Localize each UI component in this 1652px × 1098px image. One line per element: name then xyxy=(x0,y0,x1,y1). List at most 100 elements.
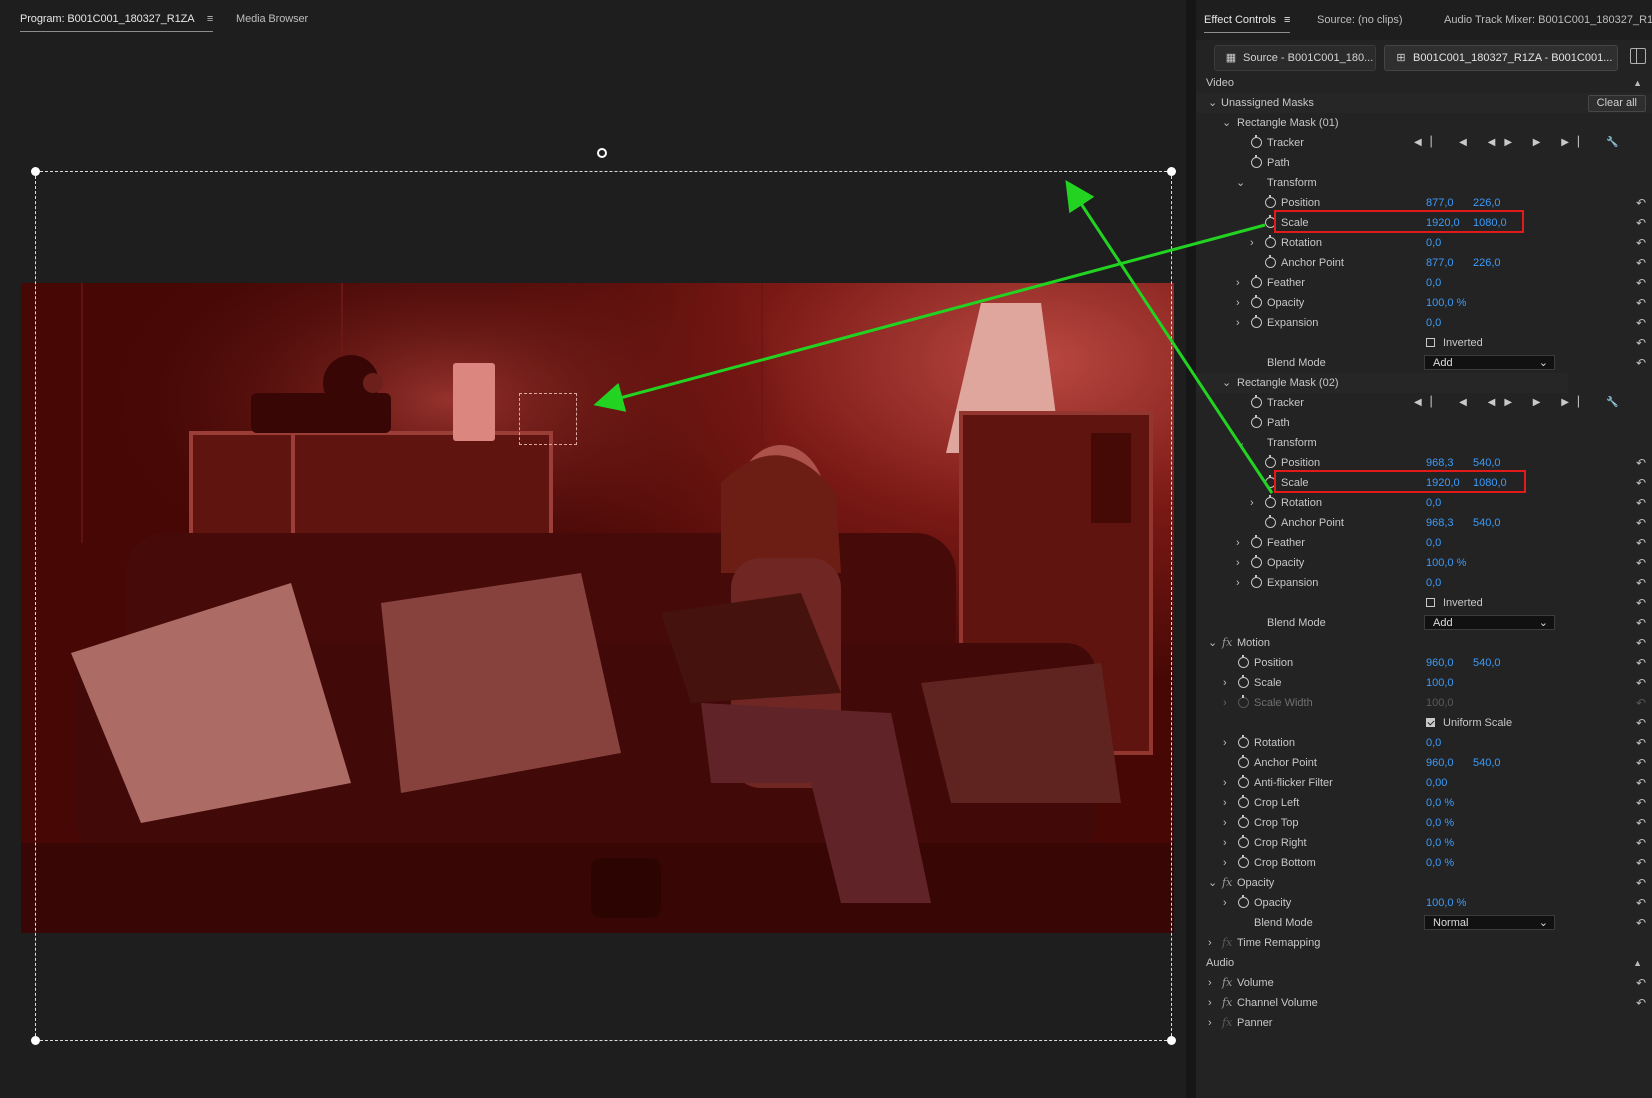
stopwatch-icon[interactable] xyxy=(1265,495,1276,508)
stopwatch-icon[interactable] xyxy=(1251,315,1262,328)
motion-crop-top-row[interactable]: › Crop Top 0,0 % ↶ xyxy=(1196,813,1652,833)
reset-icon[interactable]: ↶ xyxy=(1636,516,1646,530)
motion-crop-right-row[interactable]: › Crop Right 0,0 % ↶ xyxy=(1196,833,1652,853)
rotation-handle[interactable] xyxy=(597,148,607,158)
reset-icon[interactable]: ↶ xyxy=(1636,476,1646,490)
reset-icon[interactable]: ↶ xyxy=(1636,576,1646,590)
motion-antiflicker-row[interactable]: › Anti-flicker Filter 0,00 ↶ xyxy=(1196,773,1652,793)
panel-menu-icon[interactable]: ≡ xyxy=(207,13,213,25)
anchor-x-value[interactable]: 960,0 xyxy=(1426,753,1454,773)
mask-02-rotation-row[interactable]: › Rotation 0,0 ↶ xyxy=(1196,493,1652,513)
timeline-toggle-icon[interactable] xyxy=(1630,48,1646,64)
fx-icon[interactable]: fx xyxy=(1222,993,1232,1013)
stopwatch-icon[interactable] xyxy=(1265,255,1276,268)
collapse-up-icon[interactable]: ▲ xyxy=(1633,73,1642,93)
tab-source[interactable]: Source: (no clips) xyxy=(1317,14,1403,26)
rectangle-mask-02-row[interactable]: ⌄ Rectangle Mask (02) xyxy=(1196,373,1568,393)
reset-icon[interactable]: ↶ xyxy=(1636,916,1646,930)
stopwatch-icon[interactable] xyxy=(1238,855,1249,868)
collapse-chevron-icon[interactable]: ⌄ xyxy=(1222,113,1231,133)
reset-icon[interactable]: ↶ xyxy=(1636,276,1646,290)
reset-icon[interactable]: ↶ xyxy=(1636,756,1646,770)
blend-mode-dropdown[interactable]: Add ⌄ xyxy=(1424,615,1555,630)
scale-value[interactable]: 100,0 xyxy=(1426,673,1454,693)
stopwatch-icon[interactable] xyxy=(1251,535,1262,548)
tab-audio-track-mixer[interactable]: Audio Track Mixer: B001C001_180327_R1ZA xyxy=(1444,14,1652,26)
anti-flicker-value[interactable]: 0,00 xyxy=(1426,773,1447,793)
reset-icon[interactable]: ↶ xyxy=(1636,836,1646,850)
source-clip-tab[interactable]: ▦ Source - B001C001_180... xyxy=(1214,45,1376,71)
reset-icon[interactable]: ↶ xyxy=(1636,856,1646,870)
position-y-value[interactable]: 540,0 xyxy=(1473,653,1501,673)
uniform-scale-checkbox[interactable] xyxy=(1426,718,1435,727)
opacity-value[interactable]: 100,0 % xyxy=(1426,893,1466,913)
feather-value[interactable]: 0,0 xyxy=(1426,533,1441,553)
mask-01-feather-row[interactable]: › Feather 0,0 ↶ xyxy=(1196,273,1652,293)
reset-icon[interactable]: ↶ xyxy=(1636,316,1646,330)
rectangle-mask-01-row[interactable]: ⌄ Rectangle Mask (01) xyxy=(1196,113,1652,133)
channel-volume-row[interactable]: › fx Channel Volume ↶ xyxy=(1196,993,1652,1013)
reset-icon[interactable]: ↶ xyxy=(1636,596,1646,610)
corner-handle-top-right[interactable] xyxy=(1167,167,1176,176)
stopwatch-icon[interactable] xyxy=(1238,835,1249,848)
anchor-x-value[interactable]: 877,0 xyxy=(1426,253,1454,273)
mask-02-transform-row[interactable]: ⌄ Transform xyxy=(1196,433,1652,453)
corner-handle-bottom-left[interactable] xyxy=(31,1036,40,1045)
collapse-chevron-icon[interactable]: ⌄ xyxy=(1208,93,1217,113)
motion-effect-row[interactable]: ⌄ fx Motion ↶ xyxy=(1196,633,1652,653)
opacity-value-row[interactable]: › Opacity 100,0 % ↶ xyxy=(1196,893,1652,913)
mask-02-feather-row[interactable]: › Feather 0,0 ↶ xyxy=(1196,533,1652,553)
clear-all-button[interactable]: Clear all xyxy=(1587,95,1646,112)
blend-mode-dropdown[interactable]: Normal ⌄ xyxy=(1424,915,1555,930)
crop-right-value[interactable]: 0,0 % xyxy=(1426,833,1454,853)
panel-menu-icon[interactable]: ≡ xyxy=(1284,14,1290,26)
fx-icon[interactable]: fx xyxy=(1222,633,1232,653)
reset-icon[interactable]: ↶ xyxy=(1636,676,1646,690)
mask-01-rotation-row[interactable]: › Rotation 0,0 ↶ xyxy=(1196,233,1652,253)
tab-program[interactable]: Program: B001C001_180327_R1ZA ≡ xyxy=(20,13,213,32)
mask-01-opacity-row[interactable]: › Opacity 100,0 % ↶ xyxy=(1196,293,1652,313)
anchor-y-value[interactable]: 540,0 xyxy=(1473,513,1501,533)
expansion-value[interactable]: 0,0 xyxy=(1426,313,1441,333)
stopwatch-icon[interactable] xyxy=(1251,575,1262,588)
expand-chevron-icon[interactable]: › xyxy=(1223,733,1227,753)
panner-row[interactable]: › fx Panner xyxy=(1196,1013,1652,1033)
mask-02-opacity-row[interactable]: › Opacity 100,0 % ↶ xyxy=(1196,553,1652,573)
track-mask-controls[interactable]: ◀▏ ◀ ◀▶ ▶ ▶▏ 🔧 xyxy=(1414,393,1628,413)
stopwatch-icon[interactable] xyxy=(1238,755,1249,768)
reset-icon[interactable]: ↶ xyxy=(1636,296,1646,310)
panel-divider[interactable] xyxy=(1186,0,1196,1098)
anchor-y-value[interactable]: 540,0 xyxy=(1473,753,1501,773)
reset-icon[interactable]: ↶ xyxy=(1636,556,1646,570)
mask-01-outline[interactable] xyxy=(519,393,577,445)
stopwatch-icon[interactable] xyxy=(1238,895,1249,908)
corner-handle-bottom-right[interactable] xyxy=(1167,1036,1176,1045)
reset-icon[interactable]: ↶ xyxy=(1636,976,1646,990)
expand-chevron-icon[interactable]: › xyxy=(1223,833,1227,853)
blend-mode-dropdown[interactable]: Add ⌄ xyxy=(1424,355,1555,370)
stopwatch-icon[interactable] xyxy=(1238,815,1249,828)
opacity-effect-row[interactable]: ⌄ fx Opacity ↶ xyxy=(1196,873,1652,893)
tab-media-browser[interactable]: Media Browser xyxy=(236,13,308,25)
reset-icon[interactable]: ↶ xyxy=(1636,236,1646,250)
expand-chevron-icon[interactable]: › xyxy=(1236,533,1240,553)
stopwatch-icon[interactable] xyxy=(1238,795,1249,808)
corner-handle-top-left[interactable] xyxy=(31,167,40,176)
rotation-value[interactable]: 0,0 xyxy=(1426,493,1441,513)
stopwatch-icon[interactable] xyxy=(1251,155,1262,168)
expand-chevron-icon[interactable]: › xyxy=(1223,813,1227,833)
reset-icon[interactable]: ↶ xyxy=(1636,616,1646,630)
expand-chevron-icon[interactable]: › xyxy=(1223,793,1227,813)
expand-chevron-icon[interactable]: › xyxy=(1223,673,1227,693)
stopwatch-icon[interactable] xyxy=(1251,415,1262,428)
opacity-value[interactable]: 100,0 % xyxy=(1426,553,1466,573)
expand-chevron-icon[interactable]: › xyxy=(1236,273,1240,293)
expand-chevron-icon[interactable]: › xyxy=(1236,293,1240,313)
rotation-value[interactable]: 0,0 xyxy=(1426,233,1441,253)
motion-rotation-row[interactable]: › Rotation 0,0 ↶ xyxy=(1196,733,1652,753)
collapse-chevron-icon[interactable]: ⌄ xyxy=(1208,873,1217,893)
expand-chevron-icon[interactable]: › xyxy=(1208,1013,1212,1033)
reset-icon[interactable]: ↶ xyxy=(1636,456,1646,470)
stopwatch-icon[interactable] xyxy=(1238,735,1249,748)
crop-left-value[interactable]: 0,0 % xyxy=(1426,793,1454,813)
